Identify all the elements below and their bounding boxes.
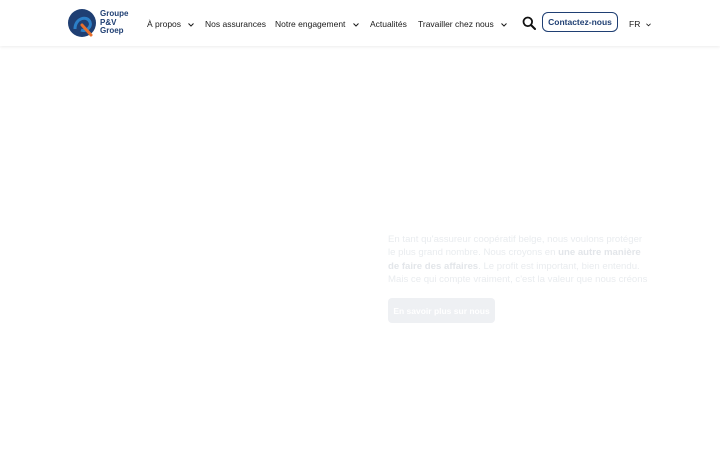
brand-logo[interactable]: Groupe P&V Groep xyxy=(67,8,131,38)
nav-item-label: À propos xyxy=(147,19,182,29)
contact-button[interactable]: Contactez-nous xyxy=(542,12,618,32)
chevron-down-icon xyxy=(188,22,195,27)
nav-item-nos-assurances[interactable]: Nos assurances xyxy=(205,17,266,31)
nav-item-a-propos[interactable]: À propos xyxy=(147,17,195,31)
nav-item-label: Travailler chez nous xyxy=(418,19,494,29)
chevron-down-icon xyxy=(501,22,507,27)
chevron-down-icon xyxy=(352,22,359,27)
chevron-down-icon xyxy=(645,23,651,27)
nav-item-label: Actualités xyxy=(370,19,407,29)
about-us-button[interactable]: En savoir plus sur nous xyxy=(388,298,495,323)
search-icon[interactable] xyxy=(522,16,536,30)
language-label: FR xyxy=(629,19,641,29)
site-header: Groupe P&V Groep À propos Nos assurances… xyxy=(0,0,720,46)
nav-item-actualites[interactable]: Actualités xyxy=(370,17,407,31)
nav-item-label: Notre engagement xyxy=(275,19,346,29)
nav-item-label: Nos assurances xyxy=(205,19,266,29)
language-selector[interactable]: FR xyxy=(629,17,651,31)
logo-wordmark: Groupe P&V Groep xyxy=(100,9,128,36)
nav-item-notre-engagement[interactable]: Notre engagement xyxy=(275,17,359,31)
hero-description: En tant qu'assureur coopératif belge, no… xyxy=(388,233,650,287)
nav-item-travailler-chez-nous[interactable]: Travailler chez nous xyxy=(418,17,507,31)
logo-mark-icon xyxy=(68,9,96,37)
logo-line-3: Groep xyxy=(100,26,124,35)
